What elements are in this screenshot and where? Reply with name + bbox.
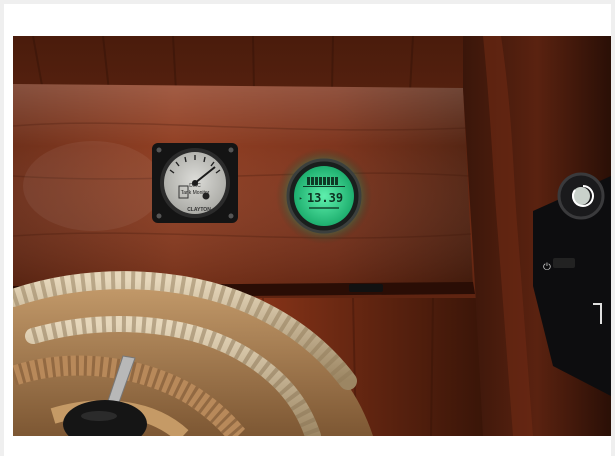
analog-gauge: DMC Tank Monitor CLAYTON (152, 143, 238, 223)
image-card: ⏻ DMC Tank Monitor CLAYTON ▸ 13.39 (4, 4, 611, 456)
battery-voltage-reading: 13.39 (307, 191, 343, 205)
photo: ⏻ DMC Tank Monitor CLAYTON ▸ 13.39 (13, 36, 611, 436)
photo-illustration: ⏻ DMC Tank Monitor CLAYTON ▸ 13.39 (13, 36, 611, 436)
svg-text:⏻: ⏻ (543, 262, 551, 273)
battery-monitor: ▸ 13.39 (276, 148, 372, 244)
gauge-label-line1: DMC (189, 183, 201, 189)
gauge-brand: CLAYTON (187, 207, 211, 213)
svg-text:▸: ▸ (299, 195, 303, 202)
